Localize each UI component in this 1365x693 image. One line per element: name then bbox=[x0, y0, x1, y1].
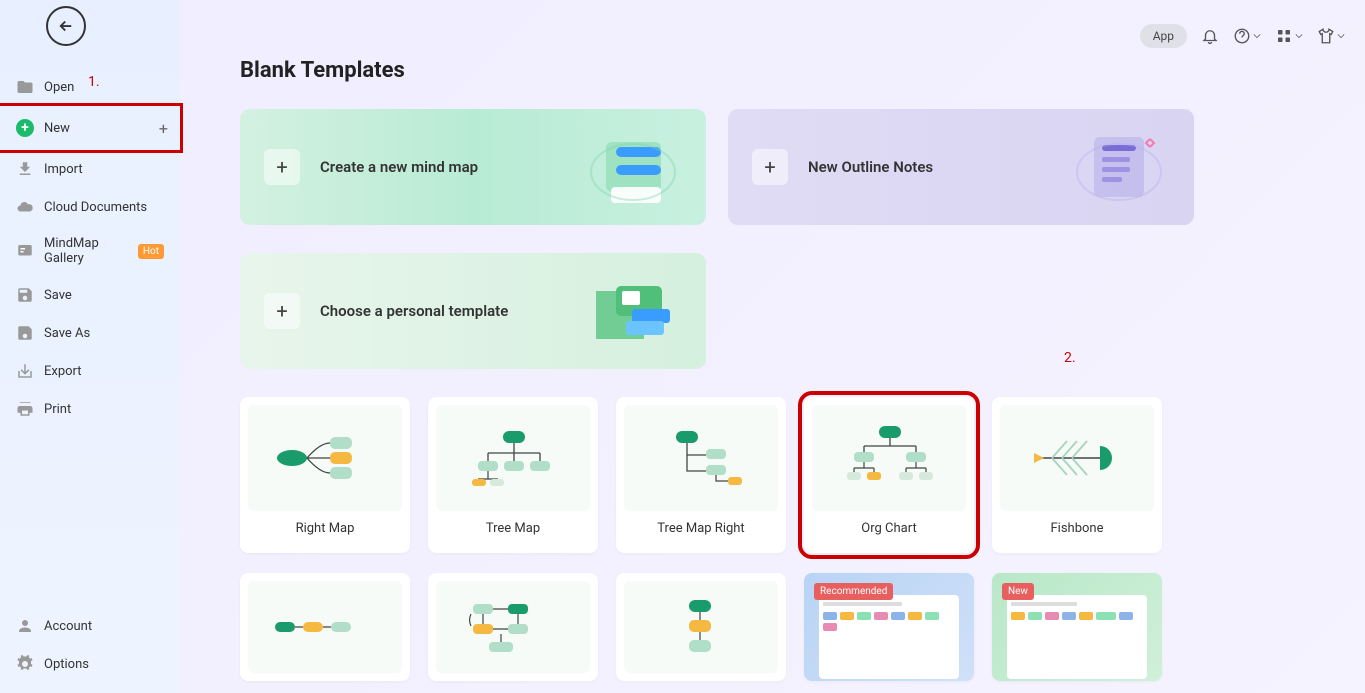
template-preview bbox=[248, 581, 402, 673]
new-outline-card[interactable]: + New Outline Notes bbox=[728, 109, 1194, 225]
hot-badge: Hot bbox=[138, 244, 164, 259]
recommended-badge: Recommended bbox=[814, 583, 893, 600]
topbar: App bbox=[1140, 24, 1345, 48]
card-label: New Outline Notes bbox=[808, 158, 933, 176]
expand-plus-icon: + bbox=[159, 119, 168, 138]
shirt-menu[interactable] bbox=[1317, 27, 1345, 45]
sidebar-item-import[interactable]: Import bbox=[0, 150, 180, 188]
template-label: Tree Map bbox=[486, 521, 540, 536]
grid-icon bbox=[1275, 27, 1293, 45]
screenshot-preview bbox=[819, 595, 959, 679]
bottom-menu: Account Options bbox=[0, 607, 180, 683]
template-label: Right Map bbox=[296, 521, 355, 536]
sidebar: 1. Open + New + Import Cloud Documents bbox=[0, 0, 180, 693]
sidebar-item-open[interactable]: Open bbox=[0, 68, 180, 106]
main-menu: Open + New + Import Cloud Documents Mind… bbox=[0, 68, 180, 607]
sidebar-item-label: MindMap Gallery bbox=[44, 236, 134, 266]
sidebar-item-label: Cloud Documents bbox=[44, 200, 147, 215]
template-label: Fishbone bbox=[1050, 521, 1103, 536]
template-preview bbox=[248, 405, 402, 511]
sidebar-item-save[interactable]: Save bbox=[0, 276, 180, 314]
template-vertical[interactable] bbox=[616, 573, 786, 681]
sidebar-item-saveas[interactable]: Save As bbox=[0, 314, 180, 352]
plus-icon: + bbox=[752, 149, 788, 185]
plus-icon: + bbox=[264, 149, 300, 185]
sidebar-item-export[interactable]: Export bbox=[0, 352, 180, 390]
template-label: Tree Map Right bbox=[657, 521, 744, 536]
sidebar-item-label: Save bbox=[44, 288, 72, 303]
sidebar-item-options[interactable]: Options bbox=[0, 645, 180, 683]
sidebar-item-cloud[interactable]: Cloud Documents bbox=[0, 188, 180, 226]
template-preview bbox=[1000, 405, 1154, 511]
sidebar-item-new[interactable]: + New + bbox=[0, 103, 183, 153]
arrow-left-icon bbox=[57, 17, 75, 35]
annotation-2: 2. bbox=[1064, 350, 1076, 366]
page-title: Blank Templates bbox=[240, 58, 1305, 83]
template-preview bbox=[624, 581, 778, 673]
choose-template-card[interactable]: + Choose a personal template bbox=[240, 253, 706, 369]
template-preview bbox=[436, 581, 590, 673]
bell-icon[interactable] bbox=[1201, 27, 1219, 45]
sidebar-item-label: Open bbox=[44, 80, 74, 95]
app-pill[interactable]: App bbox=[1140, 24, 1187, 48]
create-mindmap-card[interactable]: + Create a new mind map bbox=[240, 109, 706, 225]
main-content: App Blank Templates + Create a new mind … bbox=[180, 0, 1365, 693]
template-tree-map[interactable]: Tree Map bbox=[428, 397, 598, 553]
sidebar-item-label: Options bbox=[44, 657, 89, 672]
sidebar-item-label: Account bbox=[44, 619, 92, 634]
sidebar-item-label: New bbox=[44, 121, 70, 136]
sidebar-item-account[interactable]: Account bbox=[0, 607, 180, 645]
new-badge: New bbox=[1002, 583, 1034, 600]
back-button[interactable] bbox=[46, 6, 86, 46]
template-flow[interactable] bbox=[428, 573, 598, 681]
gallery-icon bbox=[16, 242, 34, 260]
plus-icon: + bbox=[264, 293, 300, 329]
plus-circle-icon: + bbox=[16, 119, 34, 137]
save-icon bbox=[16, 286, 34, 304]
folder-icon bbox=[16, 78, 34, 96]
shirt-icon bbox=[1317, 27, 1335, 45]
outline-visual-icon bbox=[1064, 117, 1184, 217]
chevron-down-icon bbox=[1253, 32, 1261, 40]
template-label: Org Chart bbox=[861, 521, 916, 536]
card-label: Choose a personal template bbox=[320, 302, 508, 320]
grid-menu[interactable] bbox=[1275, 27, 1303, 45]
sidebar-item-label: Export bbox=[44, 364, 82, 379]
cloud-icon bbox=[16, 198, 34, 216]
help-menu[interactable] bbox=[1233, 27, 1261, 45]
mindmap-visual-icon bbox=[576, 117, 696, 217]
gear-icon bbox=[16, 655, 34, 673]
template-horizontal[interactable] bbox=[240, 573, 410, 681]
sidebar-item-print[interactable]: Print bbox=[0, 390, 180, 428]
import-icon bbox=[16, 160, 34, 178]
print-icon bbox=[16, 400, 34, 418]
account-icon bbox=[16, 617, 34, 635]
export-icon bbox=[16, 362, 34, 380]
chevron-down-icon bbox=[1295, 32, 1303, 40]
save-as-icon bbox=[16, 324, 34, 342]
screenshot-preview bbox=[1007, 595, 1147, 679]
help-icon bbox=[1233, 27, 1251, 45]
template-preview bbox=[624, 405, 778, 511]
sidebar-item-label: Import bbox=[44, 162, 83, 177]
chevron-down-icon bbox=[1337, 32, 1345, 40]
card-label: Create a new mind map bbox=[320, 158, 478, 176]
template-fishbone[interactable]: Fishbone bbox=[992, 397, 1162, 553]
template-right-map[interactable]: Right Map bbox=[240, 397, 410, 553]
template-preview bbox=[812, 405, 966, 511]
template-preview bbox=[436, 405, 590, 511]
sidebar-item-label: Save As bbox=[44, 326, 90, 341]
template-visual-icon bbox=[576, 261, 696, 361]
sidebar-item-label: Print bbox=[44, 402, 71, 417]
sidebar-item-gallery[interactable]: MindMap Gallery Hot bbox=[0, 226, 180, 276]
template-tree-map-right[interactable]: Tree Map Right bbox=[616, 397, 786, 553]
template-org-chart[interactable]: Org Chart bbox=[804, 397, 974, 553]
template-recommended[interactable]: Recommended bbox=[804, 573, 974, 681]
template-new[interactable]: New bbox=[992, 573, 1162, 681]
